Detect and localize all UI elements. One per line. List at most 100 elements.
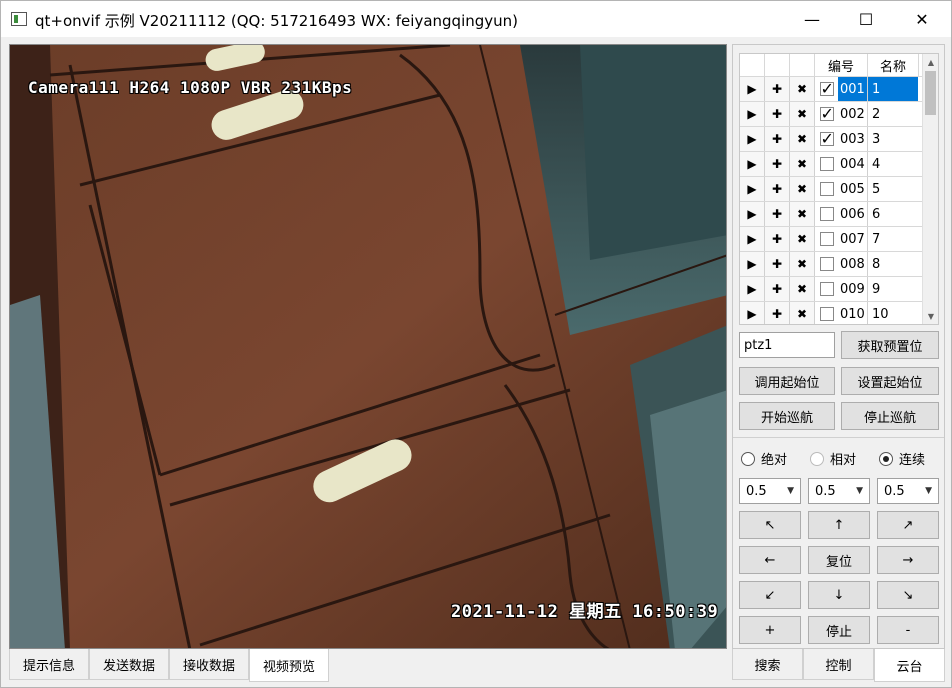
checkbox-empty-icon[interactable]	[819, 157, 834, 171]
row-play-button[interactable]: ▶	[740, 152, 765, 176]
table-scrollbar[interactable]: ▲ ▼	[922, 54, 938, 324]
row-remove-button[interactable]: ✖	[790, 177, 815, 201]
row-checkbox-cell[interactable]	[815, 152, 838, 176]
tab-send-data[interactable]: 发送数据	[89, 649, 170, 680]
row-name[interactable]: 4	[868, 152, 918, 176]
row-name[interactable]: 8	[868, 252, 918, 276]
table-row[interactable]: ▶ ✚ ✖ ✓ 001 1	[740, 77, 938, 102]
row-play-button[interactable]: ▶	[740, 302, 765, 324]
row-add-button[interactable]: ✚	[765, 177, 790, 201]
checkbox-checked-icon[interactable]: ✓	[819, 106, 834, 122]
row-play-button[interactable]: ▶	[740, 102, 765, 126]
row-play-button[interactable]: ▶	[740, 252, 765, 276]
row-number[interactable]: 003	[838, 127, 868, 151]
row-name[interactable]: 1	[868, 77, 918, 101]
table-row[interactable]: ▶ ✚ ✖ ✓ 003 3	[740, 127, 938, 152]
minimize-button[interactable]: —	[789, 1, 835, 37]
row-checkbox-cell[interactable]	[815, 277, 838, 301]
tab-receive-data[interactable]: 接收数据	[169, 649, 250, 680]
scroll-thumb[interactable]	[925, 71, 936, 115]
table-row[interactable]: ▶ ✚ ✖ 004 4	[740, 152, 938, 177]
row-checkbox-cell[interactable]	[815, 252, 838, 276]
checkbox-checked-icon[interactable]: ✓	[819, 81, 834, 97]
row-remove-button[interactable]: ✖	[790, 152, 815, 176]
call-start-position-button[interactable]: 调用起始位	[739, 367, 835, 395]
preset-name-input[interactable]: ptz1	[739, 332, 835, 358]
row-number[interactable]: 008	[838, 252, 868, 276]
ptz-up-right-button[interactable]: ↗	[877, 511, 939, 539]
scroll-down-arrow-icon[interactable]: ▼	[923, 308, 938, 324]
table-row[interactable]: ▶ ✚ ✖ 006 6	[740, 202, 938, 227]
row-add-button[interactable]: ✚	[765, 227, 790, 251]
row-name[interactable]: 6	[868, 202, 918, 226]
row-remove-button[interactable]: ✖	[790, 127, 815, 151]
row-add-button[interactable]: ✚	[765, 127, 790, 151]
row-checkbox-cell[interactable]: ✓	[815, 77, 838, 101]
row-add-button[interactable]: ✚	[765, 252, 790, 276]
row-play-button[interactable]: ▶	[740, 227, 765, 251]
ptz-left-button[interactable]: ←	[739, 546, 801, 574]
header-number[interactable]: 编号	[815, 54, 868, 77]
mode-absolute[interactable]: 绝对	[741, 449, 787, 468]
row-name[interactable]: 9	[868, 277, 918, 301]
ptz-up-button[interactable]: ↑	[808, 511, 870, 539]
table-row[interactable]: ▶ ✚ ✖ 007 7	[740, 227, 938, 252]
row-name[interactable]: 3	[868, 127, 918, 151]
row-remove-button[interactable]: ✖	[790, 202, 815, 226]
row-remove-button[interactable]: ✖	[790, 227, 815, 251]
zoom-in-button[interactable]: +	[739, 616, 801, 644]
radio-continuous[interactable]	[879, 451, 893, 466]
tab-info[interactable]: 提示信息	[9, 649, 90, 680]
tab-video-preview[interactable]: 视频预览	[249, 649, 330, 682]
get-preset-button[interactable]: 获取预置位	[841, 331, 939, 359]
row-name[interactable]: 2	[868, 102, 918, 126]
stop-cruise-button[interactable]: 停止巡航	[841, 402, 939, 430]
row-remove-button[interactable]: ✖	[790, 102, 815, 126]
ptz-reset-button[interactable]: 复位	[808, 546, 870, 574]
row-number[interactable]: 009	[838, 277, 868, 301]
row-play-button[interactable]: ▶	[740, 177, 765, 201]
radio-relative[interactable]	[810, 451, 824, 466]
checkbox-empty-icon[interactable]	[819, 257, 834, 271]
table-row[interactable]: ▶ ✚ ✖ 008 8	[740, 252, 938, 277]
row-add-button[interactable]: ✚	[765, 202, 790, 226]
scroll-up-arrow-icon[interactable]: ▲	[923, 54, 938, 70]
table-row[interactable]: ▶ ✚ ✖ ✓ 002 2	[740, 102, 938, 127]
video-preview[interactable]: Camera111 H264 1080P VBR 231KBps 2021-11…	[9, 44, 727, 649]
row-checkbox-cell[interactable]	[815, 227, 838, 251]
row-remove-button[interactable]: ✖	[790, 77, 815, 101]
row-remove-button[interactable]: ✖	[790, 277, 815, 301]
row-play-button[interactable]: ▶	[740, 77, 765, 101]
row-name[interactable]: 7	[868, 227, 918, 251]
maximize-button[interactable]: ☐	[843, 1, 889, 37]
row-play-button[interactable]: ▶	[740, 277, 765, 301]
row-remove-button[interactable]: ✖	[790, 302, 815, 324]
row-add-button[interactable]: ✚	[765, 152, 790, 176]
row-play-button[interactable]: ▶	[740, 202, 765, 226]
row-number[interactable]: 007	[838, 227, 868, 251]
row-checkbox-cell[interactable]: ✓	[815, 102, 838, 126]
checkbox-empty-icon[interactable]	[819, 282, 834, 296]
row-add-button[interactable]: ✚	[765, 302, 790, 324]
ptz-stop-button[interactable]: 停止	[808, 616, 870, 644]
checkbox-empty-icon[interactable]	[819, 232, 834, 246]
ptz-down-right-button[interactable]: ↘	[877, 581, 939, 609]
row-number[interactable]: 004	[838, 152, 868, 176]
speed-select-1[interactable]: 0.5 ▼	[739, 478, 801, 504]
mode-relative[interactable]: 相对	[810, 449, 856, 468]
row-checkbox-cell[interactable]: ✓	[815, 127, 838, 151]
checkbox-empty-icon[interactable]	[819, 182, 834, 196]
row-remove-button[interactable]: ✖	[790, 252, 815, 276]
row-name[interactable]: 5	[868, 177, 918, 201]
start-cruise-button[interactable]: 开始巡航	[739, 402, 835, 430]
tab-control[interactable]: 控制	[803, 649, 874, 680]
row-number[interactable]: 005	[838, 177, 868, 201]
ptz-right-button[interactable]: →	[877, 546, 939, 574]
ptz-up-left-button[interactable]: ↖	[739, 511, 801, 539]
row-add-button[interactable]: ✚	[765, 277, 790, 301]
row-checkbox-cell[interactable]	[815, 177, 838, 201]
set-start-position-button[interactable]: 设置起始位	[841, 367, 939, 395]
table-row[interactable]: ▶ ✚ ✖ 005 5	[740, 177, 938, 202]
row-name[interactable]: 10	[868, 302, 918, 324]
table-row[interactable]: ▶ ✚ ✖ 010 10	[740, 302, 938, 324]
